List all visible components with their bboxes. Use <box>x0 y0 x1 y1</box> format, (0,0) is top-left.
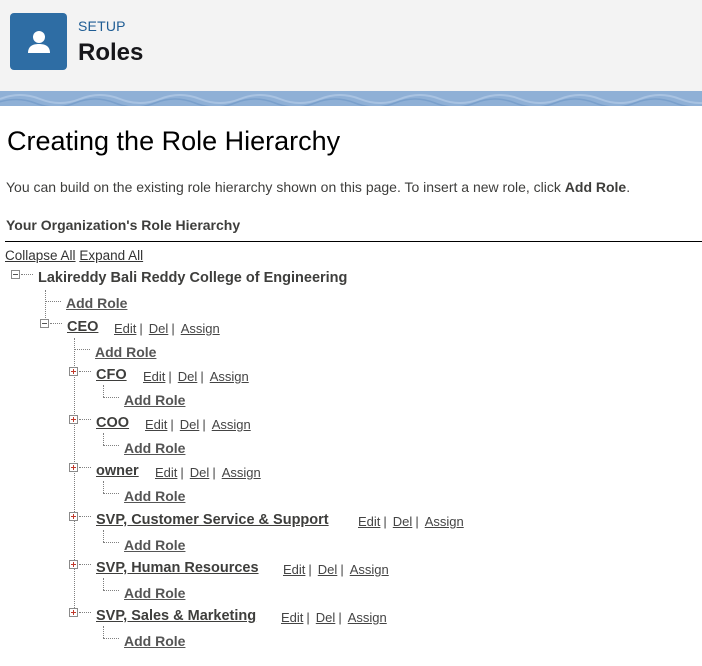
cfo-del-link[interactable]: Del <box>178 369 198 384</box>
tree-connector <box>103 542 119 543</box>
page-title: Creating the Role Hierarchy <box>7 126 341 156</box>
page-header: SETUP Roles <box>0 0 702 91</box>
ceo-collapse-toggle[interactable] <box>40 319 49 328</box>
svp-sales-marketing-add-role-link[interactable]: Add Role <box>124 633 185 649</box>
svp-customer-service-add-role-link[interactable]: Add Role <box>124 537 185 553</box>
svp-human-resources-expand-toggle[interactable] <box>69 560 78 569</box>
header-eyebrow: SETUP <box>78 18 126 34</box>
cfo-actions: Edit | Del | Assign <box>143 369 249 384</box>
role-svp-sales-marketing-link[interactable]: SVP, Sales & Marketing <box>96 608 256 624</box>
intro-text-main: You can build on the existing role hiera… <box>6 179 565 195</box>
user-icon <box>10 13 67 70</box>
owner-del-link[interactable]: Del <box>190 465 210 480</box>
ceo-assign-link[interactable]: Assign <box>181 321 220 336</box>
svp-human-resources-del-link[interactable]: Del <box>318 562 338 577</box>
svp-customer-service-assign-link[interactable]: Assign <box>425 514 464 529</box>
collapse-all-link[interactable]: Collapse All <box>5 248 76 263</box>
section-title: Your Organization's Role Hierarchy <box>6 217 241 233</box>
svp-customer-service-expand-toggle[interactable] <box>69 512 78 521</box>
tree-connector <box>103 638 119 639</box>
tree-connector <box>79 516 91 517</box>
svp-sales-marketing-del-link[interactable]: Del <box>316 610 336 625</box>
coo-del-link[interactable]: Del <box>180 417 200 432</box>
role-ceo-link[interactable]: CEO <box>67 319 98 335</box>
ceo-actions: Edit | Del | Assign <box>114 321 220 336</box>
intro-text-end: . <box>626 179 631 195</box>
owner-expand-toggle[interactable] <box>69 463 78 472</box>
svp-customer-service-edit-link[interactable]: Edit <box>358 514 380 529</box>
tree-connector <box>45 301 61 302</box>
tree-connector <box>79 564 91 565</box>
svp-human-resources-edit-link[interactable]: Edit <box>283 562 305 577</box>
intro-text: You can build on the existing role hiera… <box>6 179 630 195</box>
tree-controls: Collapse All Expand All <box>5 248 143 263</box>
tree-connector <box>74 338 75 612</box>
owner-assign-link[interactable]: Assign <box>222 465 261 480</box>
role-svp-human-resources-link[interactable]: SVP, Human Resources <box>96 560 259 576</box>
ceo-add-role-link[interactable]: Add Role <box>95 344 156 360</box>
svp-human-resources-actions: Edit | Del | Assign <box>283 562 389 577</box>
expand-all-link[interactable]: Expand All <box>79 248 143 263</box>
root-role-label: Lakireddy Bali Reddy College of Engineer… <box>38 270 348 286</box>
coo-add-role-link[interactable]: Add Role <box>124 440 185 456</box>
svp-customer-service-actions: Edit | Del | Assign <box>358 514 464 529</box>
tree-connector <box>103 578 104 590</box>
tree-connector <box>79 467 91 468</box>
section-divider <box>5 241 702 242</box>
coo-edit-link[interactable]: Edit <box>145 417 167 432</box>
tree-connector <box>103 493 119 494</box>
cfo-assign-link[interactable]: Assign <box>210 369 249 384</box>
svp-sales-marketing-expand-toggle[interactable] <box>69 608 78 617</box>
svp-sales-marketing-edit-link[interactable]: Edit <box>281 610 303 625</box>
tree-connector <box>79 612 91 613</box>
svp-sales-marketing-actions: Edit | Del | Assign <box>281 610 387 625</box>
coo-expand-toggle[interactable] <box>69 415 78 424</box>
ceo-edit-link[interactable]: Edit <box>114 321 136 336</box>
owner-actions: Edit | Del | Assign <box>155 465 261 480</box>
role-coo-link[interactable]: COO <box>96 415 129 431</box>
owner-add-role-link[interactable]: Add Role <box>124 488 185 504</box>
tree-connector <box>50 323 62 324</box>
tree-connector <box>103 626 104 638</box>
header-title: Roles <box>78 39 144 66</box>
header-banner <box>0 91 702 106</box>
svp-customer-service-del-link[interactable]: Del <box>393 514 413 529</box>
tree-connector <box>103 397 119 398</box>
ceo-del-link[interactable]: Del <box>149 321 169 336</box>
cfo-edit-link[interactable]: Edit <box>143 369 165 384</box>
tree-connector <box>79 419 91 420</box>
tree-connector <box>103 433 104 445</box>
tree-connector <box>21 274 33 275</box>
owner-edit-link[interactable]: Edit <box>155 465 177 480</box>
tree-connector <box>103 590 119 591</box>
coo-actions: Edit | Del | Assign <box>145 417 251 432</box>
svp-human-resources-assign-link[interactable]: Assign <box>350 562 389 577</box>
tree-connector <box>79 371 91 372</box>
cfo-add-role-link[interactable]: Add Role <box>124 392 185 408</box>
cfo-expand-toggle[interactable] <box>69 367 78 376</box>
tree-connector <box>103 481 104 493</box>
role-owner-link[interactable]: owner <box>96 463 139 479</box>
tree-connector <box>74 349 90 350</box>
tree-connector <box>103 445 119 446</box>
root-collapse-toggle[interactable] <box>11 270 20 279</box>
tree-connector <box>103 530 104 542</box>
root-add-role-link[interactable]: Add Role <box>66 295 127 311</box>
tree-connector <box>103 385 104 397</box>
role-cfo-link[interactable]: CFO <box>96 367 127 383</box>
svp-human-resources-add-role-link[interactable]: Add Role <box>124 585 185 601</box>
role-svp-customer-service-link[interactable]: SVP, Customer Service & Support <box>96 512 329 528</box>
svp-sales-marketing-assign-link[interactable]: Assign <box>348 610 387 625</box>
coo-assign-link[interactable]: Assign <box>212 417 251 432</box>
intro-text-bold: Add Role <box>564 179 627 195</box>
